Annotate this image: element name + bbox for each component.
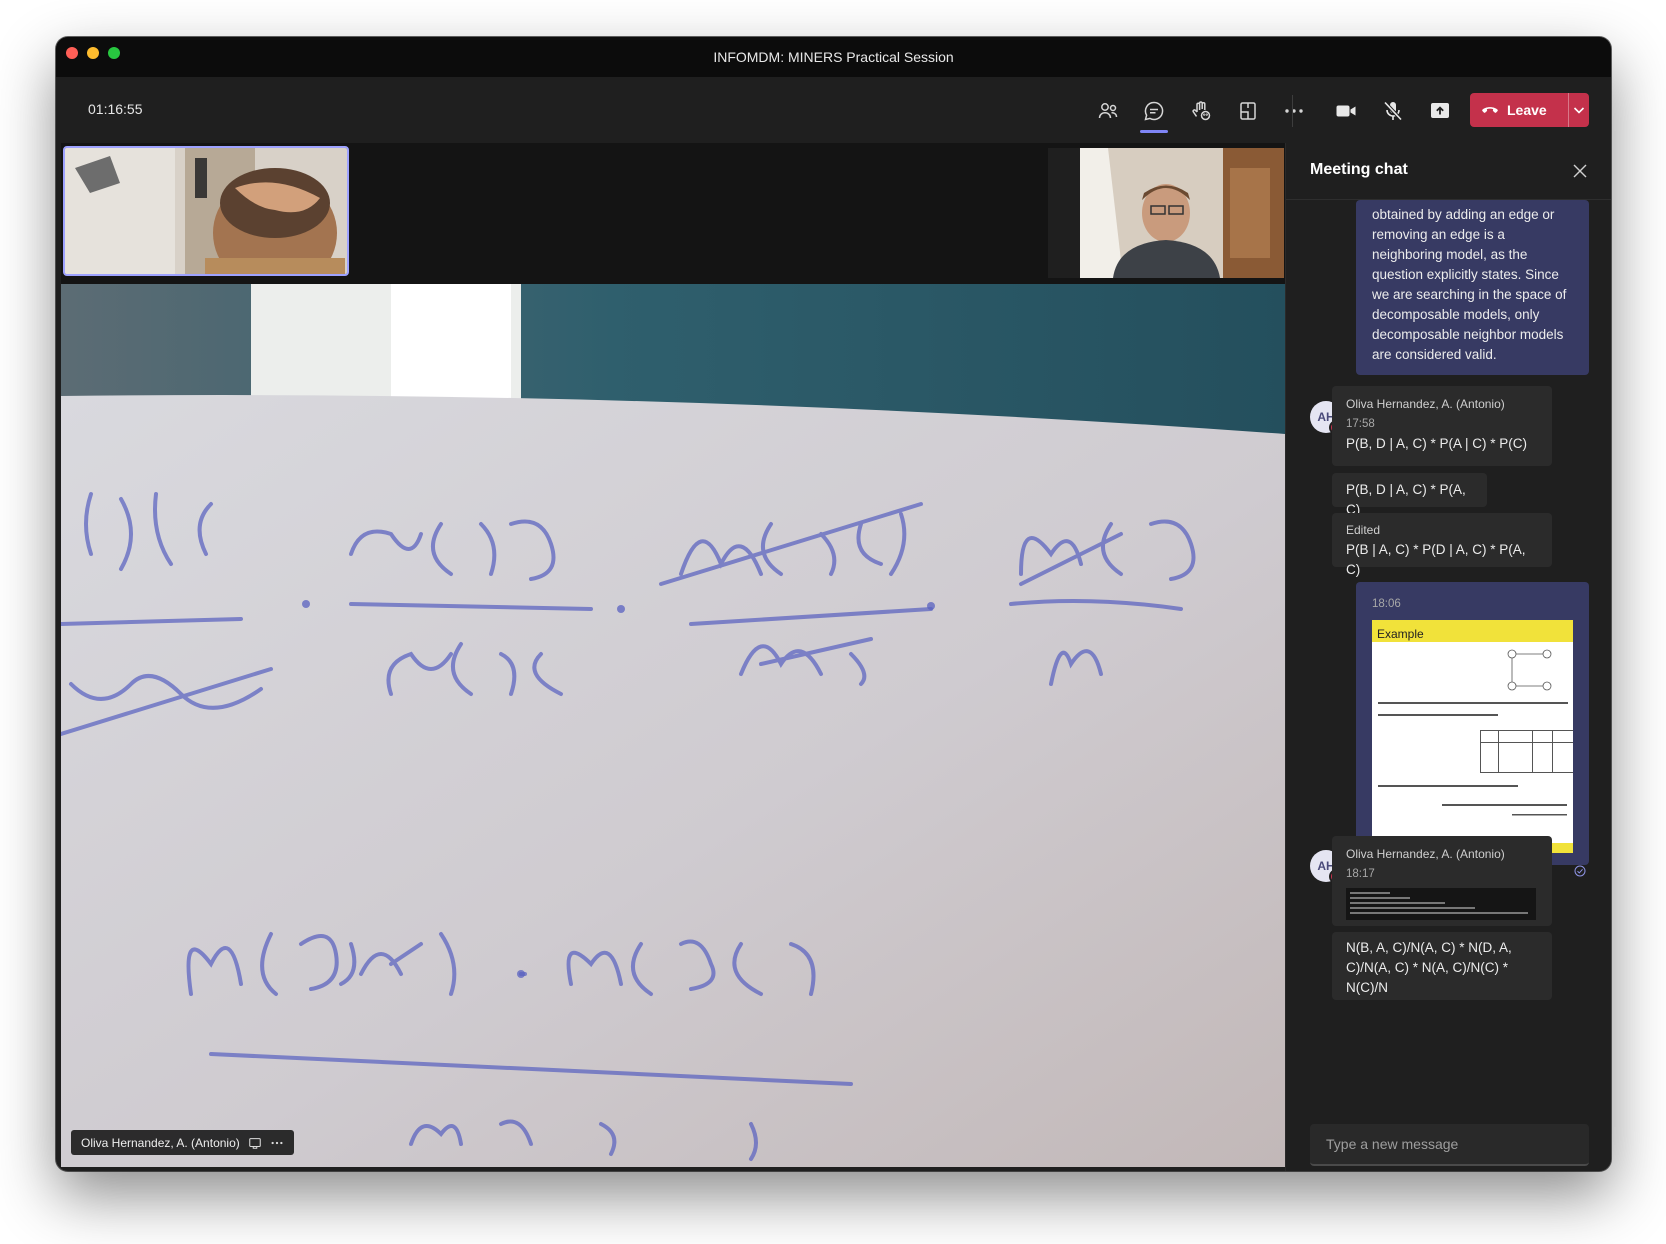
- slide-title: Example: [1377, 627, 1424, 641]
- participants-button[interactable]: [1092, 95, 1124, 127]
- screen-share-indicator-icon: [248, 1137, 261, 1149]
- share-icon: [1431, 103, 1449, 118]
- message-text: P(B, D | A, C) * P(A | C) * P(C): [1346, 436, 1528, 451]
- teams-window: INFOMDM: MINERS Practical Session 01:16:…: [56, 37, 1611, 1171]
- minimize-window-button[interactable]: [87, 47, 99, 59]
- chat-message-received[interactable]: P(B, D | A, C) * P(A, C): [1332, 473, 1487, 517]
- compose-box: [1310, 1124, 1589, 1166]
- mute-button[interactable]: [1377, 95, 1409, 127]
- chat-message-received[interactable]: N(B, A, C)/N(A, C) * N(D, A, C)/N(A, C) …: [1332, 932, 1552, 1000]
- message-seen-icon: [1574, 865, 1586, 877]
- close-icon: [1573, 164, 1587, 178]
- leave-button[interactable]: Leave: [1470, 93, 1568, 127]
- close-window-button[interactable]: [66, 47, 78, 59]
- camera-button[interactable]: [1330, 95, 1362, 127]
- leave-control: Leave: [1470, 93, 1589, 127]
- chat-message-received[interactable]: Oliva Hernandez, A. (Antonio) 17:58 P(B,…: [1332, 386, 1552, 466]
- participant-name: Oliva Hernandez, A. (Antonio): [81, 1135, 240, 1150]
- more-icon[interactable]: [270, 1136, 284, 1150]
- chat-header: Meeting chat: [1286, 143, 1611, 200]
- mic-off-icon: [1383, 101, 1403, 121]
- chat-message-sent[interactable]: obtained by adding an edge or removing a…: [1356, 200, 1589, 375]
- reactions-icon: [1192, 101, 1211, 121]
- participant-thumbnail-presenter[interactable]: [1048, 148, 1284, 278]
- leave-options-dropdown[interactable]: [1569, 93, 1589, 127]
- slide-content-image: [1372, 649, 1573, 853]
- video-stage: Oliva Hernandez, A. (Antonio): [61, 143, 1285, 1167]
- chat-title: Meeting chat: [1310, 161, 1408, 178]
- message-text: obtained by adding an edge or removing a…: [1372, 207, 1567, 362]
- title-bar: INFOMDM: MINERS Practical Session: [56, 37, 1611, 77]
- phone-hangup-icon: [1482, 107, 1498, 113]
- chat-message-list[interactable]: obtained by adding an edge or removing a…: [1286, 200, 1611, 1060]
- toolbar-separator: [1292, 95, 1293, 127]
- zoom-window-button[interactable]: [108, 47, 120, 59]
- message-timestamp: 17:58: [1346, 418, 1375, 430]
- meeting-timer: 01:16:55: [88, 101, 143, 117]
- close-chat-button[interactable]: [1568, 159, 1592, 183]
- people-icon: [1098, 103, 1118, 119]
- window-controls: [66, 47, 120, 59]
- message-text: P(B | A, C) * P(D | A, C) * P(A, C): [1346, 542, 1526, 577]
- share-screen-button[interactable]: [1424, 95, 1456, 127]
- chevron-down-icon: [1573, 107, 1585, 114]
- chat-message-sent-image[interactable]: 18:06 Example: [1356, 582, 1589, 865]
- message-edited-label: Edited: [1346, 523, 1381, 537]
- meeting-chat-panel: Meeting chat obtained by adding an edge …: [1285, 143, 1611, 1171]
- breakout-rooms-button[interactable]: [1232, 95, 1264, 127]
- participant-video-image: [1048, 148, 1284, 278]
- message-timestamp: 18:06: [1372, 598, 1401, 610]
- leave-label: Leave: [1507, 102, 1547, 118]
- message-input[interactable]: [1310, 1124, 1589, 1164]
- message-text: N(B, A, C)/N(A, C) * N(D, A, C)/N(A, C) …: [1346, 940, 1512, 995]
- reactions-button[interactable]: [1185, 95, 1217, 127]
- message-timestamp: 18:17: [1346, 868, 1375, 880]
- chat-icon: [1144, 101, 1164, 121]
- meeting-toolbar: 01:16:55 Leave: [56, 77, 1611, 143]
- more-icon: [1285, 109, 1303, 113]
- participant-name-tag[interactable]: Oliva Hernandez, A. (Antonio): [71, 1130, 294, 1155]
- slide-image-attachment[interactable]: Example: [1372, 620, 1573, 853]
- whiteboard-video-image: [61, 284, 1285, 1167]
- camera-icon: [1336, 105, 1356, 117]
- message-sender: Oliva Hernandez, A. (Antonio): [1346, 847, 1505, 861]
- more-actions-button[interactable]: [1278, 95, 1310, 127]
- code-screenshot-image: [1346, 888, 1536, 920]
- participant-video-image: [65, 148, 347, 274]
- window-title: INFOMDM: MINERS Practical Session: [713, 49, 954, 65]
- rooms-icon: [1240, 102, 1256, 120]
- main-video: Oliva Hernandez, A. (Antonio): [61, 284, 1285, 1167]
- message-sender: Oliva Hernandez, A. (Antonio): [1346, 397, 1505, 411]
- chat-message-received[interactable]: Edited P(B | A, C) * P(D | A, C) * P(A, …: [1332, 513, 1552, 577]
- chat-message-received[interactable]: Oliva Hernandez, A. (Antonio) 18:17: [1332, 836, 1552, 926]
- participant-thumbnail-self[interactable]: [63, 146, 349, 276]
- chat-button[interactable]: [1138, 95, 1170, 133]
